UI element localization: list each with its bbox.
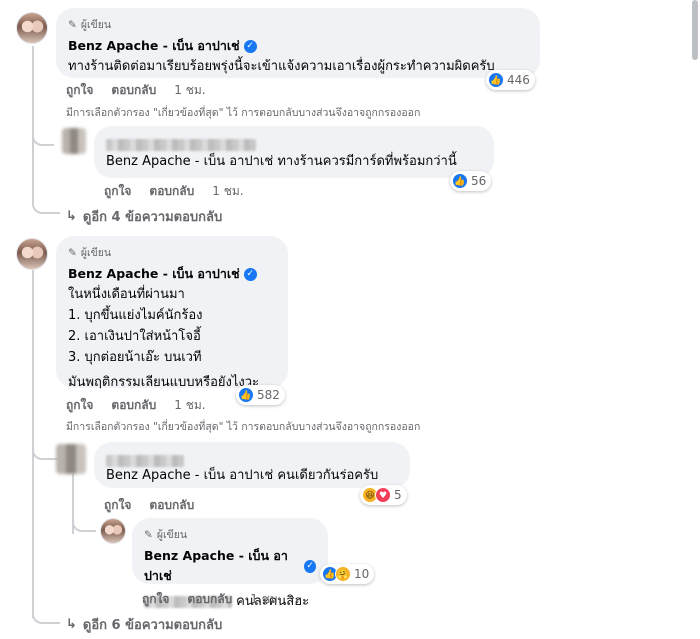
- comment-line: ในหนึ่งเดือนที่ผ่านมา: [68, 287, 185, 302]
- reaction-count: 10: [354, 567, 370, 581]
- reply-arrow-icon: ↳: [66, 617, 77, 632]
- reaction-count: 446: [507, 73, 530, 87]
- tagged-name[interactable]: Benz Apache - เบ็น อาปาเช่: [106, 468, 273, 483]
- pencil-icon: ✎: [68, 18, 77, 31]
- reply-line: Benz Apache - เบ็น อาปาเช่ ทางร้านควรมีก…: [106, 150, 482, 171]
- verified-badge-icon: ✓: [243, 39, 257, 53]
- comment-text: ทางร้านติดต่อมาเรียบร้อยพรุ่งนี้จะเข้าแจ…: [68, 59, 495, 74]
- verified-badge-icon: ✓: [243, 267, 257, 281]
- reply-button[interactable]: ตอบกลับ: [111, 396, 156, 415]
- reply-line: Benz Apache - เบ็น อาปาเช่ คนเดียวกันร่อ…: [106, 464, 398, 485]
- like-reaction-icon: 👍: [488, 72, 504, 88]
- reaction-count: 582: [257, 388, 280, 402]
- commenter-name[interactable]: Benz Apache - เบ็น อาปาเช่ ✓: [144, 546, 316, 586]
- author-badge: ✎ ผู้เขียน: [144, 526, 316, 543]
- thread-connector: [32, 126, 54, 146]
- thread-connector: [72, 512, 96, 532]
- reaction-summary[interactable]: 👍 🤗 10: [320, 564, 375, 584]
- like-button[interactable]: ถูกใจ: [142, 590, 169, 609]
- blurred-name: [106, 138, 256, 151]
- comment-line: 1. บุกขึ้นแย่งไมค์นักร้อง: [68, 308, 203, 323]
- view-more-replies-button[interactable]: ↳ ดูอีก 4 ข้อความตอบกลับ: [66, 206, 222, 227]
- author-badge-label: ผู้เขียน: [156, 529, 188, 541]
- timestamp[interactable]: 1 ชม.: [174, 396, 205, 415]
- like-button[interactable]: ถูกใจ: [66, 81, 93, 100]
- filter-notice: มีการเลือกตัวกรอง "เกี่ยวข้องที่สุด" ไว้…: [66, 421, 421, 433]
- avatar[interactable]: [62, 128, 86, 154]
- filter-notice: มีการเลือกตัวกรอง "เกี่ยวข้องที่สุด" ไว้…: [66, 107, 421, 119]
- reply-button[interactable]: ตอบกลับ: [187, 590, 232, 609]
- commenter-name-text[interactable]: Benz Apache - เบ็น อาปาเช่: [144, 546, 300, 586]
- commenter-name-text[interactable]: Benz Apache - เบ็น อาปาเช่: [68, 36, 240, 56]
- view-more-replies-button[interactable]: ↳ ดูอีก 6 ข้อความตอบกลับ: [66, 614, 222, 635]
- love-reaction-icon: ♥: [375, 487, 391, 503]
- commenter-name[interactable]: Benz Apache - เบ็น อาปาเช่ ✓: [68, 264, 276, 284]
- like-reaction-icon: 👍: [452, 173, 468, 189]
- author-badge: ✎ ผู้เขียน: [68, 244, 276, 261]
- reply-arrow-icon: ↳: [66, 209, 77, 224]
- reply-button[interactable]: ตอบกลับ: [149, 182, 194, 201]
- reply-bubble: Benz Apache - เบ็น อาปาเช่ คนเดียวกันร่อ…: [94, 442, 410, 488]
- reaction-summary[interactable]: 👍 446: [486, 70, 535, 90]
- avatar[interactable]: [16, 12, 48, 44]
- care-reaction-icon: 🤗: [335, 566, 351, 582]
- scrollbar-thumb[interactable]: [692, 0, 698, 60]
- timestamp[interactable]: 1 ชม.: [174, 81, 205, 100]
- reply-bubble: Benz Apache - เบ็น อาปาเช่ ทางร้านควรมีก…: [94, 126, 494, 178]
- comment-actions: ถูกใจ ตอบกลับ 1 ชม.: [66, 81, 206, 100]
- reaction-summary[interactable]: 😆 ♥ 5: [360, 485, 407, 505]
- like-reaction-icon: 👍: [238, 387, 254, 403]
- thread-connector: [32, 196, 60, 214]
- reply-bubble: ✎ ผู้เขียน Benz Apache - เบ็น อาปาเช่ ✓ …: [132, 518, 328, 609]
- verified-badge-icon: ✓: [304, 559, 316, 573]
- reply-button[interactable]: ตอบกลับ: [149, 496, 194, 515]
- like-button[interactable]: ถูกใจ: [66, 396, 93, 415]
- tagged-name[interactable]: Benz Apache - เบ็น อาปาเช่: [106, 154, 273, 169]
- author-badge-label: ผู้เขียน: [80, 19, 112, 31]
- comment-line: 2. เอาเงินปาใส่หน้าโจอี้: [68, 329, 201, 344]
- view-more-replies-label[interactable]: ดูอีก 6 ข้อความตอบกลับ: [83, 614, 222, 635]
- avatar[interactable]: [16, 238, 48, 270]
- thread-connector: [32, 440, 58, 460]
- author-badge: ✎ ผู้เขียน: [68, 16, 528, 33]
- comment-bubble: ✎ ผู้เขียน Benz Apache - เบ็น อาปาเช่ ✓ …: [56, 8, 540, 78]
- avatar[interactable]: [56, 444, 86, 474]
- author-badge-label: ผู้เขียน: [80, 247, 112, 259]
- view-more-replies-label[interactable]: ดูอีก 4 ข้อความตอบกลับ: [83, 206, 222, 227]
- timestamp[interactable]: 1 ชม.: [250, 590, 281, 609]
- pencil-icon: ✎: [144, 528, 153, 541]
- comment-bubble: ✎ ผู้เขียน Benz Apache - เบ็น อาปาเช่ ✓ …: [56, 236, 288, 390]
- reply-text: คนเดียวกันร่อครับ: [277, 468, 379, 483]
- comment-actions: ถูกใจ ตอบกลับ 1 ชม.: [66, 396, 206, 415]
- reply-button[interactable]: ตอบกลับ: [111, 81, 156, 100]
- reaction-summary[interactable]: 👍 582: [236, 385, 285, 405]
- reply-actions: ถูกใจ ตอบกลับ: [104, 496, 194, 515]
- reaction-count: 5: [394, 488, 402, 502]
- like-button[interactable]: ถูกใจ: [104, 182, 131, 201]
- reaction-summary[interactable]: 👍 56: [450, 171, 492, 191]
- comment-line: 3. บุกต่อยน้าเอ๊ะ บนเวที: [68, 350, 202, 365]
- reaction-count: 56: [471, 174, 487, 188]
- reply-actions: ถูกใจ ตอบกลับ 1 ชม.: [104, 182, 244, 201]
- avatar[interactable]: [100, 518, 126, 544]
- blurred-name: [106, 454, 184, 467]
- reply-text: ทางร้านควรมีการ์ดที่พร้อมกว่านี้: [277, 154, 457, 169]
- timestamp[interactable]: 1 ชม.: [212, 182, 243, 201]
- commenter-name-text[interactable]: Benz Apache - เบ็น อาปาเช่: [68, 264, 240, 284]
- like-button[interactable]: ถูกใจ: [104, 496, 131, 515]
- thread-connector: [32, 606, 60, 624]
- pencil-icon: ✎: [68, 246, 77, 259]
- reply-actions: ถูกใจ ตอบกลับ 1 ชม.: [142, 590, 282, 609]
- commenter-name[interactable]: Benz Apache - เบ็น อาปาเช่ ✓: [68, 36, 528, 56]
